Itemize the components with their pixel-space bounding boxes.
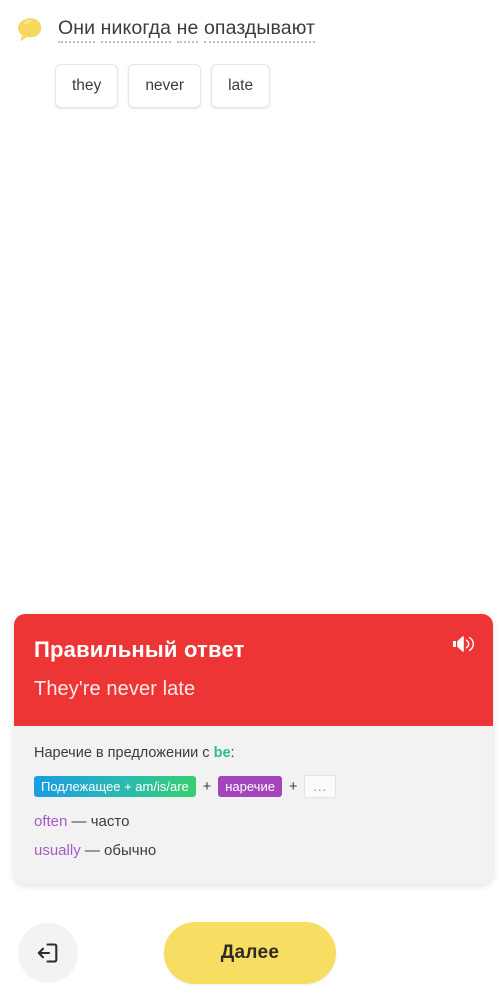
chip-rest: ... — [304, 775, 337, 798]
speaker-icon[interactable] — [451, 632, 477, 656]
exit-door-icon — [35, 940, 61, 966]
vocab-item-often: often — часто — [34, 811, 473, 833]
chip-subject-be: Подлежащее + am/is/are — [34, 776, 196, 797]
prompt-word: не — [176, 17, 199, 43]
rule-prefix: Наречие в предложении с — [34, 745, 214, 761]
word-tile-label: never — [145, 77, 185, 94]
vocab-dash: — — [67, 813, 91, 830]
formula-row: Подлежащее + am/is/are + наречие + ... — [34, 775, 473, 798]
word-tile-late[interactable]: late — [211, 64, 271, 108]
word-tile-label: late — [228, 77, 254, 94]
vocab-item-usually: usually — обычно — [34, 840, 473, 862]
rule-suffix: : — [230, 745, 235, 761]
chip-adverb: наречие — [218, 776, 282, 797]
answer-sentence: They're never late — [34, 678, 196, 700]
vocab-en: usually — [34, 842, 81, 859]
vocab-ru: часто — [90, 813, 130, 830]
next-button[interactable]: Далее — [164, 922, 336, 984]
formula-plus: + — [202, 778, 212, 795]
answer-title: Правильный ответ — [34, 637, 245, 662]
prompt-word: Они — [58, 17, 96, 43]
prompt-word: никогда — [100, 17, 172, 43]
correct-answer-card: Правильный ответ They're never late Наре… — [14, 614, 493, 884]
rule-keyword-be: be — [213, 745, 231, 761]
word-tile-label: they — [72, 77, 102, 94]
answer-header: Правильный ответ They're never late — [14, 614, 493, 726]
word-bank: they never late — [0, 44, 500, 108]
vocab-en: often — [34, 813, 68, 830]
prompt-row: Они никогда не опаздывают — [0, 0, 500, 44]
prompt-word: опаздывают — [203, 17, 316, 43]
explanation-panel: Наречие в предложении с be: Подлежащее +… — [14, 726, 493, 884]
bottom-bar: Далее — [0, 910, 500, 996]
word-tile-they[interactable]: they — [55, 64, 119, 108]
grammar-rule-line: Наречие в предложении с be: — [34, 743, 473, 764]
vocab-dash: — — [80, 842, 105, 859]
vocab-ru: обычно — [104, 842, 157, 859]
exit-button[interactable] — [18, 923, 78, 983]
formula-plus: + — [288, 778, 298, 795]
speech-bubble-icon — [16, 16, 44, 44]
page-title: Они никогда не опаздывают — [58, 15, 316, 43]
word-tile-never[interactable]: never — [128, 64, 202, 108]
